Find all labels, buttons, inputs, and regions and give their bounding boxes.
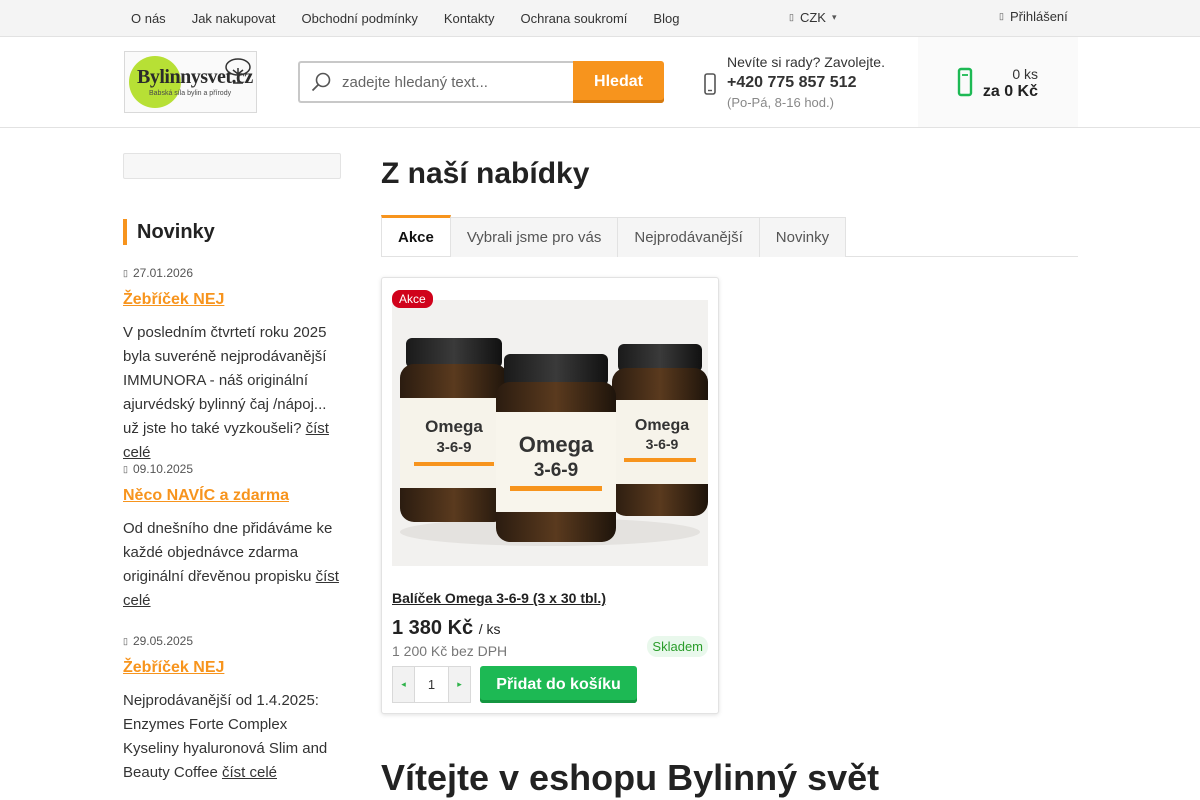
page-title: Z naší nabídky	[381, 157, 590, 190]
login-label: Přihlášení	[1009, 9, 1068, 24]
news-date-text: 29.05.2025	[132, 634, 194, 648]
sidebar-news-title: Novinky	[123, 219, 215, 245]
nav-link-kontakty[interactable]: Kontakty	[431, 11, 508, 26]
tab-vybrali-jsme-pro-vas[interactable]: Vybrali jsme pro vás	[450, 217, 619, 257]
nav-link-blog[interactable]: Blog	[640, 11, 692, 26]
plus-icon[interactable]: ▸	[448, 666, 471, 703]
minus-icon[interactable]: ◂	[392, 666, 415, 703]
nav-link-jak-nakupovat[interactable]: Jak nakupovat	[179, 11, 289, 26]
news-title-link[interactable]: Žebříček NEJ	[123, 659, 343, 677]
sale-badge: Akce	[392, 290, 433, 308]
quantity-stepper: ◂ 1 ▸	[392, 666, 471, 703]
calendar-icon: ▯	[123, 267, 128, 278]
logo-tagline: Babská síla bylin a přírody	[149, 90, 232, 97]
welcome-heading: Vítejte v eshopu Bylinný svět	[381, 757, 880, 798]
product-price-net: 1 200 Kč bez DPH	[392, 643, 508, 659]
svg-text:Omega: Omega	[425, 417, 483, 436]
tab-akce[interactable]: Akce	[381, 215, 451, 256]
news-date-text: 09.10.2025	[132, 462, 194, 476]
news-text: V posledním čtvrtetí roku 2025 byla suve…	[123, 321, 343, 465]
news-read-more-link[interactable]: číst celé	[222, 764, 277, 781]
currency-selector[interactable]: ▯ CZK ▾	[789, 10, 836, 25]
currency-icon: ▯	[789, 12, 794, 22]
svg-text:3-6-9: 3-6-9	[646, 436, 679, 452]
news-item: ▯ 09.10.2025 Něco NAVÍC a zdarma Od dneš…	[123, 462, 343, 613]
help-question: Nevíte si rady? Zavolejte.	[727, 54, 885, 70]
chevron-down-icon: ▾	[831, 12, 837, 22]
help-phone-number[interactable]: +420 775 857 512	[727, 74, 885, 92]
top-navigation: O nás Jak nakupovat Obchodní podmínky Ko…	[118, 0, 692, 36]
nav-link-ochrana-soukromi[interactable]: Ochrana soukromí	[507, 11, 640, 26]
nav-link-o-nas[interactable]: O nás	[118, 11, 179, 26]
product-card: Omega 3-6-9 Omega 3-6-9 Omega 3-6-9 Akce…	[381, 277, 719, 714]
product-name-link[interactable]: Balíček Omega 3-6-9 (3 x 30 tbl.)	[392, 590, 606, 606]
svg-text:3-6-9: 3-6-9	[436, 439, 471, 456]
stock-badge: Skladem	[647, 636, 708, 657]
jar-left: Omega 3-6-9	[400, 338, 508, 522]
cart-count: 0 ks	[1012, 66, 1038, 82]
tree-icon	[225, 58, 251, 84]
currency-label: CZK	[799, 10, 826, 25]
site-logo[interactable]: Bylinnysvet.cz Babská síla bylin a příro…	[124, 51, 257, 113]
search-button[interactable]: Hledat	[573, 61, 664, 103]
search-input[interactable]	[342, 73, 562, 91]
search-field	[298, 61, 573, 103]
search-icon	[311, 72, 331, 92]
product-tabs: Akce Vybrali jsme pro vás Nejprodávanějš…	[381, 215, 1078, 257]
calendar-icon: ▯	[123, 635, 128, 646]
add-to-cart-button[interactable]: Přidat do košíku	[480, 666, 637, 703]
jar-center: Omega 3-6-9	[496, 354, 616, 542]
product-photo: Omega 3-6-9 Omega 3-6-9 Omega 3-6-9	[392, 300, 708, 566]
product-price-unit: / ks	[478, 621, 501, 637]
news-text: Nejprodávanější od 1.4.2025: Enzymes For…	[123, 689, 343, 785]
jar-right: Omega 3-6-9	[612, 344, 708, 516]
help-contact: Nevíte si rady? Zavolejte. +420 775 857 …	[727, 54, 885, 110]
news-date: ▯ 29.05.2025	[123, 634, 343, 648]
news-title-link[interactable]: Žebříček NEJ	[123, 291, 343, 309]
news-date: ▯ 09.10.2025	[123, 462, 343, 476]
news-item: ▯ 27.01.2026 Žebříček NEJ V posledním čt…	[123, 266, 343, 465]
tab-novinky[interactable]: Novinky	[759, 217, 847, 257]
news-excerpt: Od dnešního dne přidáváme ke každé objed…	[123, 520, 333, 585]
svg-text:Omega: Omega	[519, 432, 594, 457]
news-text: Od dnešního dne přidáváme ke každé objed…	[123, 517, 343, 613]
news-item: ▯ 29.05.2025 Žebříček NEJ Nejprodávanějš…	[123, 634, 343, 785]
top-bar: O nás Jak nakupovat Obchodní podmínky Ko…	[0, 0, 1200, 37]
product-price: 1 380 Kč / ks	[392, 617, 501, 640]
quantity-input[interactable]: 1	[415, 666, 448, 703]
tab-nejprodavanejsi[interactable]: Nejprodávanější	[618, 217, 760, 257]
nav-link-obchodni-podminky[interactable]: Obchodní podmínky	[289, 11, 431, 26]
product-price-value: 1 380 Kč	[392, 617, 474, 639]
news-date-text: 27.01.2026	[132, 266, 194, 280]
calendar-icon: ▯	[123, 463, 128, 474]
user-icon: ▯	[999, 11, 1004, 21]
login-link[interactable]: ▯ Přihlášení	[999, 9, 1068, 24]
help-hours: (Po-Pá, 8-16 hod.)	[727, 95, 834, 110]
search-form: Hledat	[298, 61, 664, 103]
phone-icon	[704, 73, 716, 95]
svg-text:3-6-9: 3-6-9	[534, 460, 578, 481]
news-date: ▯ 27.01.2026	[123, 266, 343, 280]
cart-summary[interactable]: 0 ks za 0 Kč	[918, 37, 1078, 127]
svg-text:Omega: Omega	[635, 417, 689, 434]
sidebar-category-box[interactable]	[123, 153, 341, 179]
cart-icon	[957, 67, 973, 97]
product-image[interactable]: Omega 3-6-9 Omega 3-6-9 Omega 3-6-9	[392, 300, 708, 566]
news-title-link[interactable]: Něco NAVÍC a zdarma	[123, 487, 343, 505]
header: Bylinnysvet.cz Babská síla bylin a příro…	[0, 37, 1200, 128]
cart-total: za 0 Kč	[982, 83, 1038, 100]
news-excerpt: V posledním čtvrtetí roku 2025 byla suve…	[123, 324, 327, 437]
